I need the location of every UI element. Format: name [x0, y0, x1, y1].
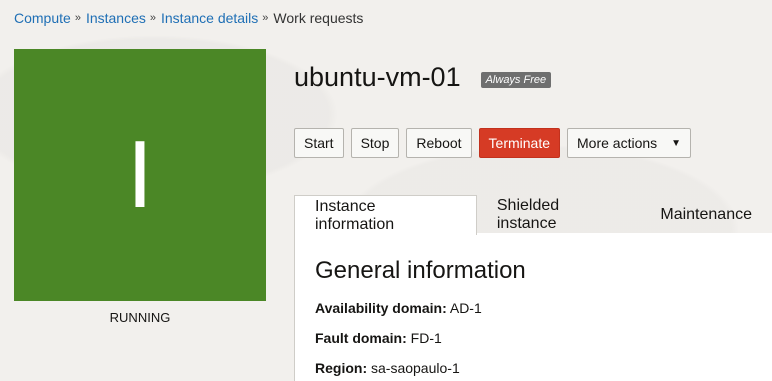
- region-row: Region: sa-saopaulo-1: [315, 360, 772, 376]
- terminate-button[interactable]: Terminate: [478, 128, 561, 158]
- breadcrumb-current: Work requests: [273, 10, 364, 26]
- reboot-button[interactable]: Reboot: [406, 128, 472, 158]
- fault-domain-row: Fault domain: FD-1: [315, 330, 772, 346]
- breadcrumb-separator-icon: »: [74, 12, 81, 24]
- availability-domain-row: Availability domain: AD-1: [315, 300, 772, 316]
- breadcrumb: Compute » Instances » Instance details »…: [14, 10, 363, 26]
- availability-domain-label: Availability domain:: [315, 300, 447, 316]
- start-button[interactable]: Start: [294, 128, 344, 158]
- breadcrumb-separator-icon: »: [262, 12, 269, 24]
- breadcrumb-instance-details-link[interactable]: Instance details: [161, 10, 258, 26]
- tab-instance-information[interactable]: Instance information: [294, 195, 477, 235]
- breadcrumb-compute-link[interactable]: Compute: [14, 10, 71, 26]
- instance-initial: I: [126, 121, 154, 228]
- more-actions-label: More actions: [577, 135, 658, 151]
- tab-shielded-instance[interactable]: Shielded instance: [477, 195, 641, 234]
- fault-domain-label: Fault domain:: [315, 330, 407, 346]
- fault-domain-value: FD-1: [410, 330, 442, 346]
- always-free-tag: Always Free: [480, 71, 552, 88]
- more-actions-button[interactable]: More actions ▼: [567, 128, 692, 158]
- page-title: ubuntu-vm-01: [294, 62, 461, 92]
- instance-state-label: RUNNING: [109, 310, 171, 325]
- region-value: sa-saopaulo-1: [371, 360, 460, 376]
- breadcrumb-separator-icon: »: [149, 12, 156, 24]
- stop-button[interactable]: Stop: [350, 128, 400, 158]
- tab-maintenance[interactable]: Maintenance: [640, 195, 772, 234]
- caret-down-icon: ▼: [671, 137, 682, 149]
- tab-bar: Instance information Shielded instance M…: [294, 195, 772, 235]
- breadcrumb-instances-link[interactable]: Instances: [86, 10, 146, 26]
- availability-domain-value: AD-1: [449, 300, 482, 316]
- instance-status-badge: I: [14, 49, 266, 301]
- details-panel: General information Availability domain:…: [294, 233, 772, 381]
- region-label: Region:: [315, 360, 368, 376]
- title-row: ubuntu-vm-01 Always Free: [294, 62, 552, 93]
- section-title: General information: [315, 257, 526, 284]
- action-toolbar: Start Stop Reboot Terminate More actions…: [294, 128, 692, 158]
